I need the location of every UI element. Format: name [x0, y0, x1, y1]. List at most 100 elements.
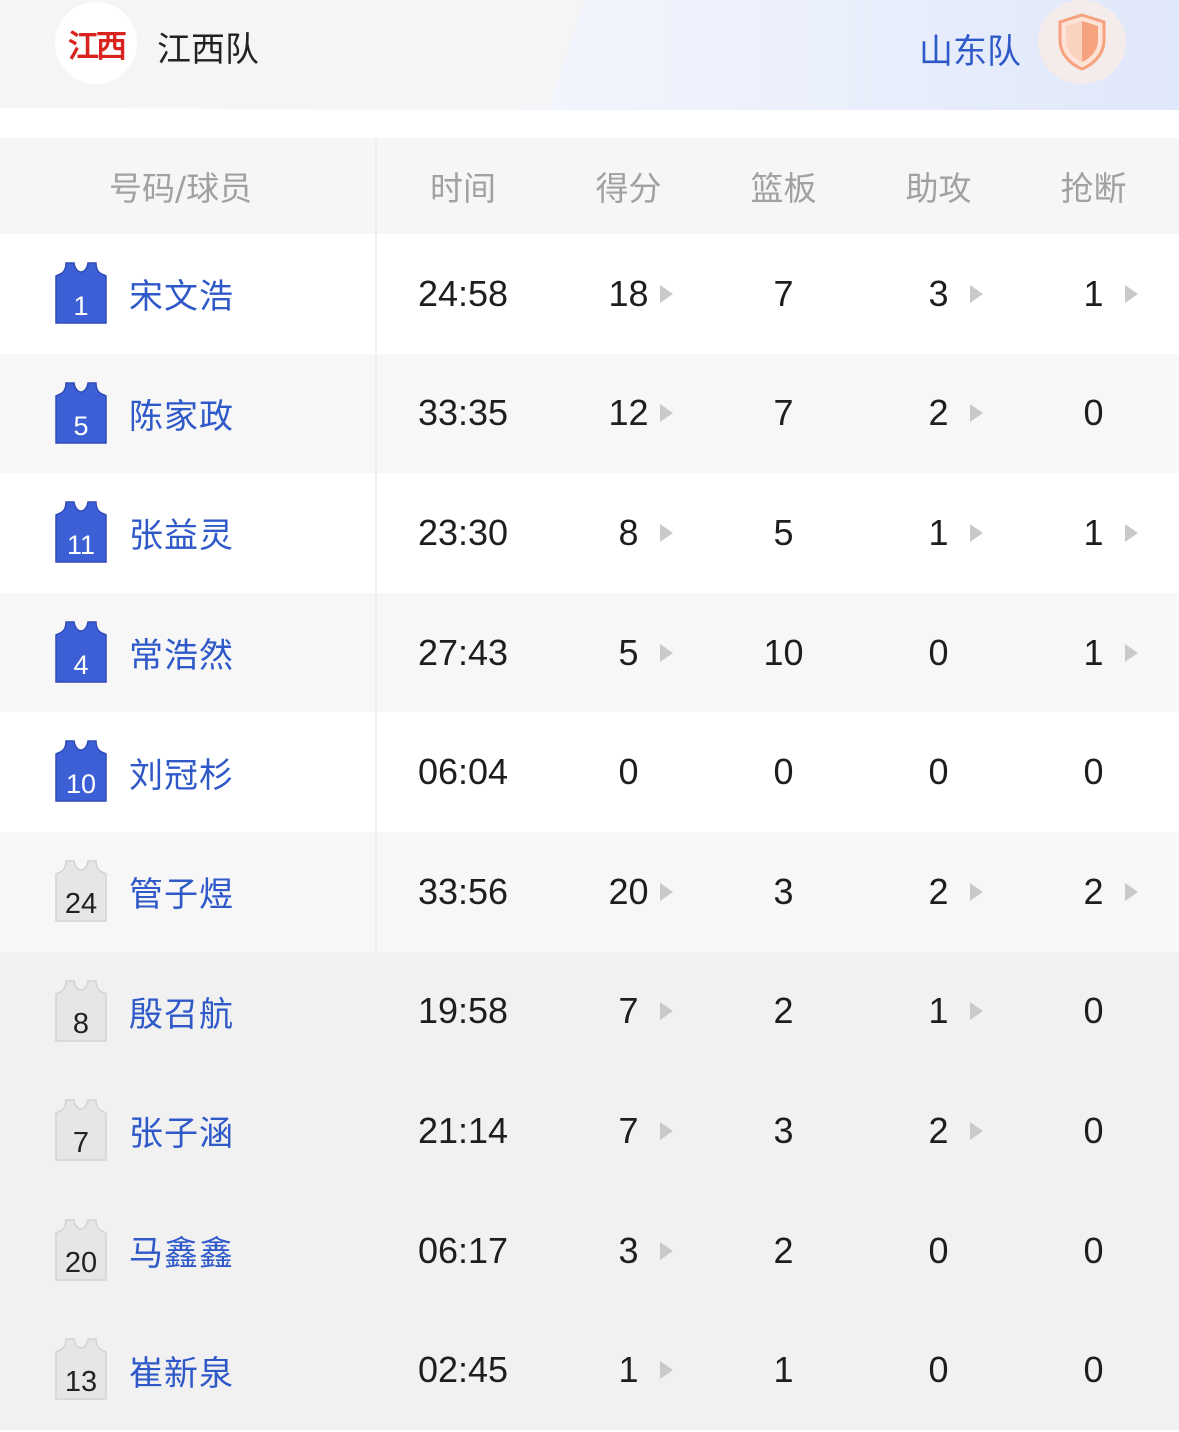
table-body: 1 宋文浩 24:58 18 7 3 1 5 陈家政 33:35 12 7 2 0 11 张益灵 23:30 8 5…	[0, 234, 1179, 1430]
assists-value: 3	[928, 272, 949, 314]
table-row[interactable]: 10 刘冠杉 06:04 0 0 0 0	[0, 712, 1179, 832]
table-row[interactable]: 20 马鑫鑫 06:17 3 2 0 0	[0, 1190, 1179, 1311]
points-cell[interactable]: 8	[551, 473, 706, 593]
points-cell[interactable]: 7	[551, 952, 706, 1072]
play-arrow-icon[interactable]	[970, 284, 983, 303]
points-cell[interactable]: 3	[551, 1191, 706, 1311]
minutes-value: 23:30	[417, 511, 509, 553]
table-row[interactable]: 5 陈家政 33:35 12 7 2 0	[0, 353, 1179, 474]
player-name-link[interactable]: 宋文浩	[129, 234, 234, 354]
play-arrow-icon[interactable]	[660, 523, 673, 542]
play-arrow-icon[interactable]	[660, 643, 673, 662]
points-cell[interactable]: 18	[551, 234, 706, 354]
assists-cell[interactable]: 1	[861, 952, 1016, 1072]
steals-cell: 0	[1016, 1191, 1171, 1311]
table-row[interactable]: 11 张益灵 23:30 8 5 1 1	[0, 473, 1179, 593]
points-cell[interactable]: 20	[551, 832, 706, 952]
play-arrow-icon[interactable]	[1125, 882, 1138, 901]
play-arrow-icon[interactable]	[970, 1121, 983, 1140]
home-team-panel[interactable]: 江西 江西队	[0, 0, 584, 108]
rebounds-value: 2	[773, 1229, 794, 1271]
table-row[interactable]: 24 管子煜 33:56 20 3 2 2	[0, 831, 1179, 952]
minutes-value: 27:43	[417, 631, 509, 673]
table-row[interactable]: 8 殷召航 19:58 7 2 1 0	[0, 951, 1179, 1072]
player-cell[interactable]: 13 崔新泉	[0, 1310, 375, 1430]
play-arrow-icon[interactable]	[970, 404, 983, 423]
away-team-name[interactable]: 山东队	[919, 24, 1021, 73]
play-arrow-icon[interactable]	[970, 523, 983, 542]
table-row[interactable]: 1 宋文浩 24:58 18 7 3 1	[0, 234, 1179, 354]
play-arrow-icon[interactable]	[970, 1002, 983, 1021]
points-cell[interactable]: 1	[551, 1310, 706, 1430]
assists-value: 2	[928, 870, 949, 912]
table-row[interactable]: 4 常浩然 27:43 5 10 0 1	[0, 592, 1179, 713]
time-cell: 06:04	[375, 712, 551, 832]
assists-cell[interactable]: 2	[861, 354, 1016, 474]
header-time[interactable]: 时间	[375, 138, 551, 234]
points-cell[interactable]: 7	[551, 1071, 706, 1191]
rebounds-cell: 3	[706, 1071, 861, 1191]
player-name-link[interactable]: 马鑫鑫	[129, 1191, 234, 1311]
player-cell[interactable]: 4 常浩然	[0, 593, 375, 713]
column-divider	[375, 234, 377, 354]
play-arrow-icon[interactable]	[660, 1121, 673, 1140]
player-name-link[interactable]: 管子煜	[129, 832, 234, 952]
player-cell[interactable]: 7 张子涵	[0, 1071, 375, 1191]
player-cell[interactable]: 10 刘冠杉	[0, 712, 375, 832]
points-cell[interactable]: 5	[551, 593, 706, 713]
rebounds-cell: 5	[706, 473, 861, 593]
player-name-link[interactable]: 陈家政	[129, 354, 234, 474]
steals-cell[interactable]: 1	[1016, 593, 1171, 713]
play-arrow-icon[interactable]	[970, 882, 983, 901]
assists-cell[interactable]: 1	[861, 473, 1016, 593]
play-arrow-icon[interactable]	[660, 1002, 673, 1021]
assists-value: 1	[928, 990, 949, 1032]
points-cell[interactable]: 12	[551, 354, 706, 474]
header-steals[interactable]: 抢断	[1016, 138, 1171, 234]
player-name-link[interactable]: 崔新泉	[129, 1310, 234, 1430]
play-arrow-icon[interactable]	[1125, 643, 1138, 662]
player-cell[interactable]: 24 管子煜	[0, 832, 375, 952]
table-row[interactable]: 7 张子涵 21:14 7 3 2 0	[0, 1071, 1179, 1191]
play-arrow-icon[interactable]	[660, 284, 673, 303]
play-arrow-icon[interactable]	[660, 1361, 673, 1380]
play-arrow-icon[interactable]	[660, 404, 673, 423]
steals-cell[interactable]: 1	[1016, 473, 1171, 593]
player-cell[interactable]: 1 宋文浩	[0, 234, 375, 354]
points-value: 7	[618, 1109, 639, 1151]
play-arrow-icon[interactable]	[1125, 523, 1138, 542]
column-divider	[375, 712, 377, 832]
player-cell[interactable]: 11 张益灵	[0, 473, 375, 593]
play-arrow-icon[interactable]	[660, 882, 673, 901]
play-arrow-icon[interactable]	[1125, 284, 1138, 303]
rebounds-cell: 10	[706, 593, 861, 713]
starter-jersey-icon: 4	[52, 620, 110, 684]
header-points[interactable]: 得分	[551, 138, 706, 234]
steals-cell: 0	[1016, 1310, 1171, 1430]
minutes-value: 33:56	[417, 870, 509, 912]
assists-cell[interactable]: 2	[861, 832, 1016, 952]
away-team-logo	[1038, 0, 1126, 84]
header-assists[interactable]: 助攻	[861, 138, 1016, 234]
player-name-link[interactable]: 张益灵	[129, 473, 234, 593]
bench-jersey-icon: 7	[52, 1098, 110, 1162]
player-name-link[interactable]: 常浩然	[129, 593, 234, 713]
jersey-number: 13	[64, 1366, 98, 1399]
steals-value: 1	[1083, 272, 1104, 314]
table-row[interactable]: 13 崔新泉 02:45 1 1 0 0	[0, 1310, 1179, 1430]
header-rebounds[interactable]: 篮板	[706, 138, 861, 234]
play-arrow-icon[interactable]	[660, 1241, 673, 1260]
steals-cell[interactable]: 1	[1016, 234, 1171, 354]
player-cell[interactable]: 5 陈家政	[0, 354, 375, 474]
player-name-link[interactable]: 张子涵	[129, 1071, 234, 1191]
assists-cell[interactable]: 2	[861, 1071, 1016, 1191]
starter-jersey-icon: 1	[52, 261, 110, 325]
player-name-link[interactable]: 殷召航	[129, 952, 234, 1072]
steals-value: 0	[1083, 1349, 1104, 1391]
player-name-link[interactable]: 刘冠杉	[129, 712, 234, 832]
player-cell[interactable]: 20 马鑫鑫	[0, 1191, 375, 1311]
steals-cell[interactable]: 2	[1016, 832, 1171, 952]
player-cell[interactable]: 8 殷召航	[0, 952, 375, 1072]
assists-cell[interactable]: 3	[861, 234, 1016, 354]
jersey-number: 7	[72, 1127, 90, 1160]
